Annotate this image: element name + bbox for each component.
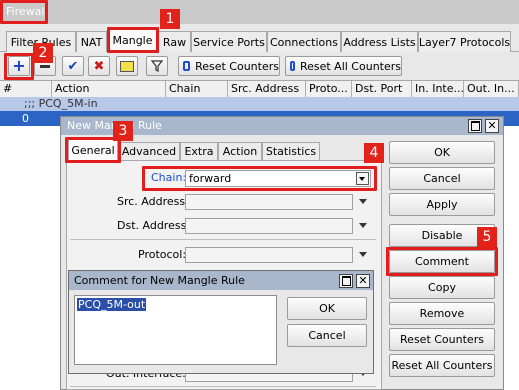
minus-icon	[40, 64, 50, 68]
highlight-comment-button	[386, 247, 498, 276]
comment-row-text: ;;; PCQ_5M-in	[24, 97, 98, 110]
comment-dialog-close-button[interactable]: ✕	[356, 274, 370, 288]
copy-button[interactable]: Copy	[389, 276, 495, 299]
reset-counters-label: Reset Counters	[195, 59, 279, 73]
row-index: 0	[22, 112, 29, 125]
ok-button[interactable]: OK	[389, 141, 495, 164]
dialog-tab-extra[interactable]: Extra	[180, 142, 218, 160]
annotation-badge: 4	[364, 143, 384, 163]
reset-counters-button[interactable]: Reset Counters	[178, 56, 280, 76]
reset-all-counters-label: Reset All Counters	[299, 59, 401, 73]
dst-address-label: Dst. Address:	[117, 219, 191, 232]
disable-button[interactable]: ✖	[88, 56, 110, 76]
tab-address-lists[interactable]: Address Lists	[341, 31, 418, 52]
reset-all-counters-icon	[290, 61, 295, 71]
annotation-badge: 2	[33, 43, 53, 63]
dialog-close-button[interactable]: ✕	[485, 119, 499, 133]
protocol-input[interactable]	[185, 247, 353, 263]
comment-dialog-maximize-button[interactable]	[339, 274, 353, 288]
annotation-badge: 3	[113, 121, 133, 141]
window-title-bar: Firewall	[0, 0, 519, 24]
reset-all-counters-button[interactable]: Reset All Counters	[389, 354, 495, 377]
tab-raw[interactable]: Raw	[158, 31, 191, 52]
tab-nat[interactable]: NAT	[76, 31, 107, 52]
annotation-badge: 1	[160, 9, 180, 29]
highlight-chain-field	[142, 166, 377, 191]
src-address-input[interactable]	[185, 194, 353, 210]
close-icon: ✕	[487, 119, 497, 132]
remove-button[interactable]: Remove	[389, 302, 495, 325]
tab-connections[interactable]: Connections	[267, 31, 341, 52]
tab-layer7-protocols[interactable]: Layer7 Protocols	[418, 31, 511, 52]
annotation-badge: 5	[477, 227, 497, 247]
enable-button[interactable]: ✔	[62, 56, 84, 76]
dst-address-input[interactable]	[185, 218, 353, 234]
table-comment-row[interactable]: ;;; PCQ_5M-in	[0, 97, 519, 111]
comment-ok-button[interactable]: OK	[287, 297, 367, 320]
reset-counters-icon	[183, 61, 191, 71]
highlight-add-button	[4, 53, 34, 80]
cross-icon: ✖	[93, 58, 105, 74]
comment-toolbar-button[interactable]	[116, 56, 138, 76]
maximize-icon	[470, 121, 480, 131]
column-header-dst-port[interactable]: Dst. Port	[352, 81, 412, 97]
column-header-out-interface[interactable]: Out. In...	[464, 81, 519, 97]
column-header-index[interactable]: #	[0, 81, 52, 97]
comment-cancel-button[interactable]: Cancel	[287, 324, 367, 347]
column-header-src-address[interactable]: Src. Address	[228, 81, 306, 97]
column-header-protocol[interactable]: Proto...	[306, 81, 352, 97]
comment-dialog-title: Comment for New Mangle Rule	[74, 274, 245, 287]
maximize-icon	[341, 276, 351, 286]
note-icon	[120, 60, 134, 72]
comment-text: PCQ_5M-out	[77, 298, 147, 311]
cancel-button[interactable]: Cancel	[389, 167, 495, 190]
form-divider	[70, 239, 376, 240]
close-icon: ✕	[358, 274, 368, 287]
dialog-tab-action[interactable]: Action	[218, 142, 262, 160]
dialog-maximize-button[interactable]	[468, 119, 482, 133]
form-divider-bottom	[70, 386, 376, 387]
column-header-in-interface[interactable]: In. Inte...	[412, 81, 464, 97]
protocol-label: Protocol:	[138, 248, 187, 261]
filter-button[interactable]	[146, 56, 168, 76]
dialog-tab-advanced[interactable]: Advanced	[118, 142, 180, 160]
dialog-tab-statistics[interactable]: Statistics	[262, 142, 320, 160]
apply-button[interactable]: Apply	[389, 193, 495, 216]
column-header-chain[interactable]: Chain	[166, 81, 228, 97]
reset-all-counters-button[interactable]: Reset All Counters	[285, 56, 402, 76]
highlight-window-title	[0, 0, 48, 24]
highlight-mangle-tab	[107, 27, 159, 53]
funnel-icon	[151, 60, 163, 72]
comment-dialog-title-bar: Comment for New Mangle Rule	[69, 271, 373, 290]
dst-address-expand-icon[interactable]	[359, 223, 367, 228]
checkmark-icon: ✔	[67, 58, 79, 74]
column-header-action[interactable]: Action	[52, 81, 166, 97]
tab-service-ports[interactable]: Service Ports	[191, 31, 267, 52]
comment-textarea[interactable]: PCQ_5M-out	[74, 295, 277, 365]
protocol-expand-icon[interactable]	[359, 252, 367, 257]
src-address-expand-icon[interactable]	[359, 199, 367, 204]
src-address-label: Src. Address:	[117, 195, 189, 208]
reset-counters-button[interactable]: Reset Counters	[389, 328, 495, 351]
